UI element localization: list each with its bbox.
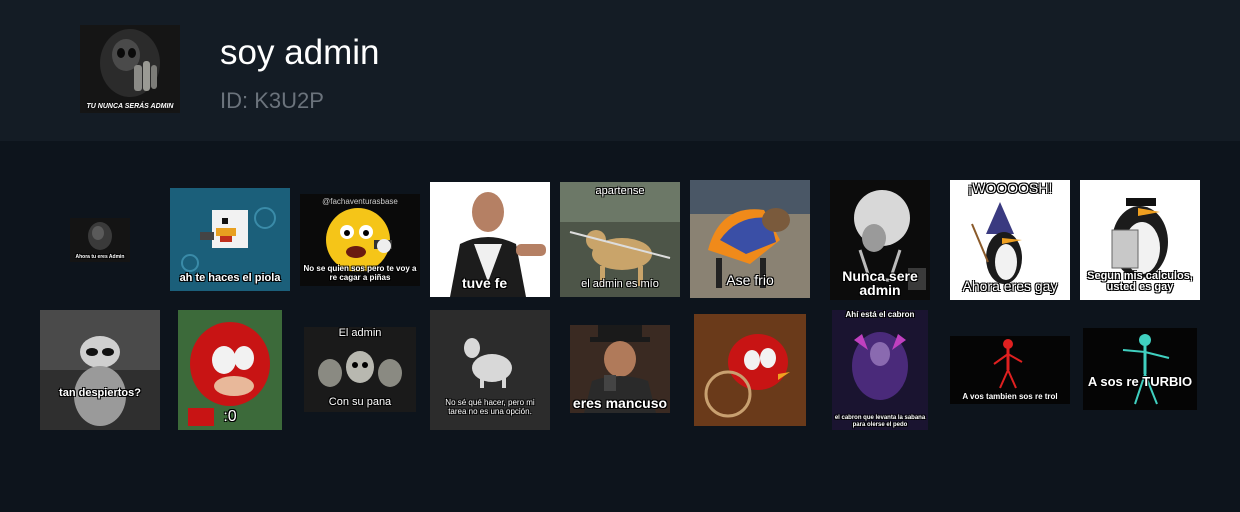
sticker-caption-top: ¡WOOOOSH! [967,180,1053,196]
sticker-demon[interactable]: Ahí está el cabron el cabron que levanta… [832,310,928,430]
sticker-caption: Ase frio [726,272,774,289]
sticker-cyan-skeleton[interactable]: A sos re TURBIO [1083,328,1197,410]
raccoon-image [40,310,160,430]
sticker-white-dog[interactable]: No sé qué hacer, pero mi tarea no es una… [430,310,550,430]
sticker-caption: Segun mis calculos, usted es gay [1087,269,1193,294]
sticker-emoji-gun[interactable]: @fachaventurasbase No se quien sos pero … [300,194,420,286]
profile-header: TU NUNCA SERÁS ADMIN soy admin ID: K3U2P [0,0,1240,141]
demon-image [832,310,928,430]
sticker-caption-top: Ahí está el cabron [845,310,915,319]
sticker-caption: :0 [223,408,237,426]
sticker-caption-top: apartense [595,185,645,197]
reaper-avatar-image [80,25,180,113]
sticker-red-skeleton[interactable]: A vos tambien sos re trol [950,336,1070,404]
pack-id: ID: K3U2P [220,88,324,113]
sticker-caption: el cabron que levanta la sabana para ole… [834,415,926,428]
sticker-minecraft-chicken[interactable]: ah te haces el piola [170,188,290,291]
sticker-knuckles-wheelchair[interactable] [694,314,806,426]
sticker-caption: No se quien sos pero te voy a re cagar a… [303,264,417,282]
sticker-dog-hoodie[interactable]: Ase frio [690,180,810,298]
sticker-caption: A vos tambien sos re trol [962,391,1058,401]
sticker-calculator-penguin[interactable]: Segun mis calculos, usted es gay [1080,180,1200,300]
sticker-caption: ah te haces el piola [179,272,281,285]
sticker-caption: tan despiertos? [59,387,141,400]
sticker-gunman[interactable]: eres mancuso [570,325,670,413]
sticker-caption: el admin es mío [581,278,659,291]
sticker-vin-diesel[interactable]: tuve fe [430,182,550,297]
pack-title: soy admin [220,33,380,72]
knuckles-wheelchair-image [694,314,806,426]
sticker-wizard-penguin[interactable]: ¡WOOOOSH! Ahora eres gay [950,180,1070,300]
sticker-caption: Ahora eres gay [962,278,1058,295]
sticker-caption-top: @fachaventurasbase [322,197,398,206]
sticker-caption: tuve fe [462,275,508,292]
sticker-dog-sword[interactable]: apartense el admin es mío [560,182,680,297]
sticker-caption-top: El admin [338,327,382,339]
sticker-skeleton-moon[interactable]: Nunca sere admin [830,180,930,300]
sticker-caption: eres mancuso [572,395,668,412]
sticker-skeleton-army[interactable]: El admin Con su pana [304,327,416,412]
sticker-caption: No sé qué hacer, pero mi tarea no es una… [445,398,535,416]
sticker-caption: Ahora tu eres Admin [75,253,125,260]
sticker-caption: A sos re TURBIO [1087,374,1193,389]
sticker-reaper-small[interactable]: Ahora tu eres Admin [70,218,130,262]
cyan-skeleton-image [1083,328,1197,410]
sticker-caption: Nunca sere admin [842,267,918,299]
profile-avatar[interactable]: TU NUNCA SERÁS ADMIN [80,25,180,113]
avatar-caption: TU NUNCA SERÁS ADMIN [86,102,174,110]
sticker-raccoon[interactable]: tan despiertos? [40,310,160,430]
sticker-knuckles[interactable]: :0 [178,310,282,430]
sticker-caption: Con su pana [328,396,392,409]
